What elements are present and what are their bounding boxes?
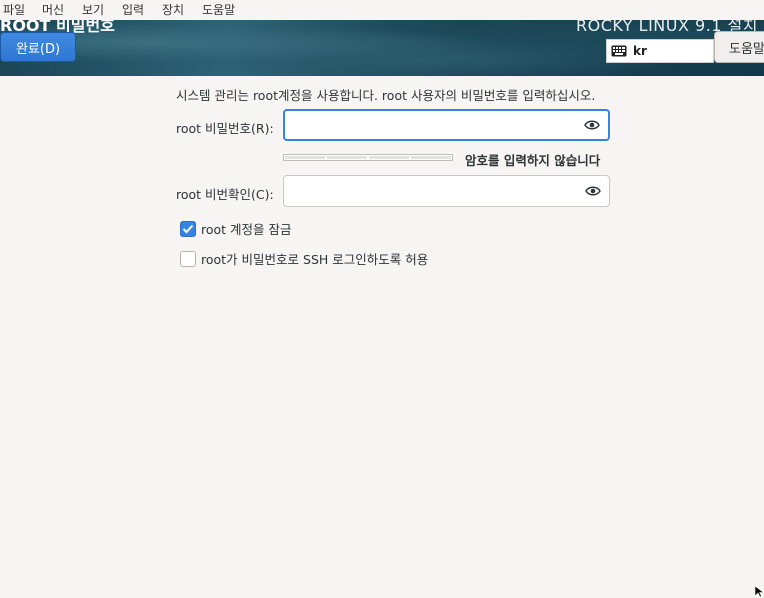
confirm-label: root 비번확인(C):: [176, 187, 274, 202]
confirm-password-input[interactable]: [283, 175, 610, 207]
done-button[interactable]: 완료(D): [0, 32, 76, 62]
checkmark-icon: [182, 224, 194, 233]
strength-segment: [285, 156, 325, 159]
allow-ssh-label: root가 비밀번호로 SSH 로그인하도록 허용: [201, 252, 429, 267]
lock-root-checkbox[interactable]: [180, 220, 196, 237]
allow-ssh-checkbox[interactable]: [180, 250, 196, 267]
instructions-text: 시스템 관리는 root계정을 사용합니다. root 사용자의 비밀번호를 입…: [176, 88, 596, 103]
password-strength-text: 암호를 입력하지 않습니다: [465, 153, 601, 168]
menubar: 파일 머신 보기 입력 장치 도움말: [0, 0, 764, 21]
keyboard-layout-label: kr: [633, 44, 647, 58]
strength-segment: [327, 156, 367, 159]
password-strength-meter: [283, 154, 453, 161]
eye-icon[interactable]: [585, 185, 601, 197]
lock-root-row[interactable]: root 계정을 잠금: [180, 219, 292, 238]
keyboard-icon: [611, 45, 627, 57]
menu-help[interactable]: 도움말: [202, 0, 235, 20]
strength-segment: [411, 156, 451, 159]
password-input[interactable]: [283, 109, 610, 141]
lock-root-label: root 계정을 잠금: [201, 222, 292, 237]
menu-devices[interactable]: 장치: [162, 0, 184, 20]
help-button[interactable]: 도움말: [714, 31, 764, 63]
menu-machine[interactable]: 머신: [42, 0, 64, 20]
menu-input[interactable]: 입력: [122, 0, 144, 20]
menu-file[interactable]: 파일: [3, 0, 25, 20]
mouse-cursor-icon: [755, 586, 764, 598]
menu-view[interactable]: 보기: [82, 0, 104, 20]
eye-icon[interactable]: [584, 119, 600, 131]
header-banner: ROOT 비밀번호 ROCKY LINUX 9.1 설치 완료(D) kr 도움…: [0, 20, 764, 76]
password-label: root 비밀번호(R):: [176, 121, 274, 136]
keyboard-layout-indicator[interactable]: kr: [606, 39, 714, 63]
allow-ssh-row[interactable]: root가 비밀번호로 SSH 로그인하도록 허용: [180, 249, 428, 268]
strength-segment: [369, 156, 409, 159]
